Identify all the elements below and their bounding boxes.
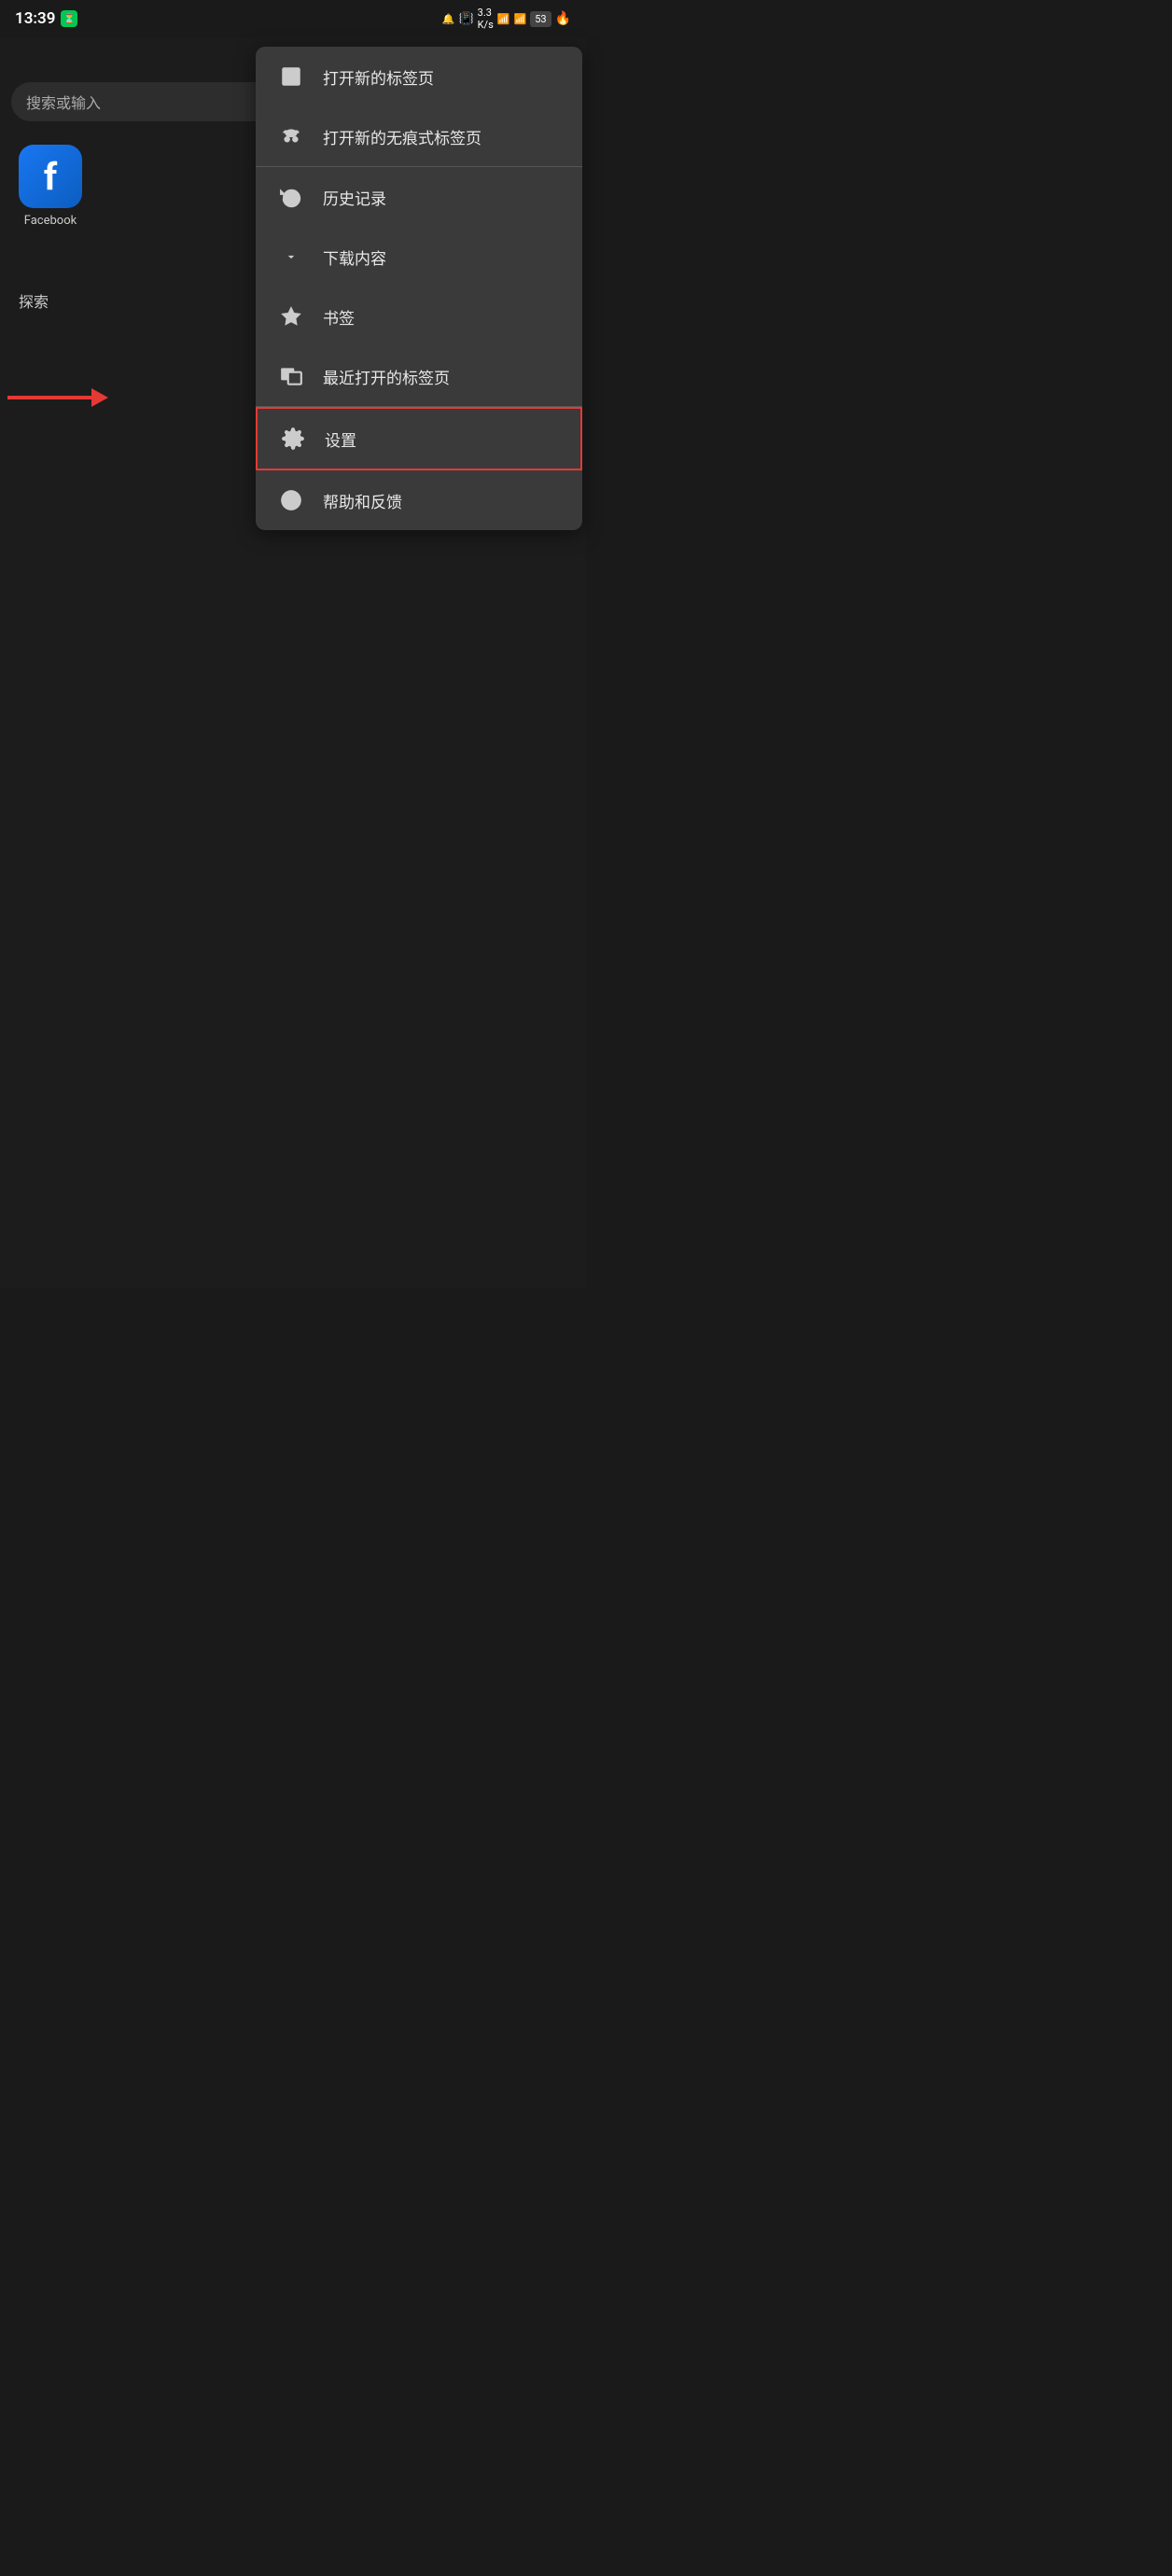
plus-square-icon [278,63,304,90]
status-bar: 13:39 ⏳ 🔔 📳 3.3K/s 📶 📶 53 🔥 [0,0,586,37]
star-icon [278,303,304,329]
context-menu: 打开新的标签页 打开新的无痕式标签页 历史记录 [256,47,582,530]
recent-tabs-label: 最近打开的标签页 [323,365,450,388]
wifi-icon: 📶 [497,13,510,25]
signal-icon: 📶 [513,13,526,25]
battery-indicator: 53 [530,11,551,27]
recent-tabs-icon [278,363,304,389]
menu-item-settings[interactable]: 设置 [256,407,582,470]
search-placeholder: 搜索或输入 [26,91,101,113]
highlight-arrow [7,388,108,407]
alarm-icon: 🔔 [442,13,455,25]
settings-label: 设置 [325,427,356,451]
menu-item-history[interactable]: 历史记录 [256,167,582,227]
vibrate-icon: 📳 [458,12,473,26]
status-icons: 🔔 📳 3.3K/s 📶 📶 53 🔥 [442,7,571,31]
menu-item-help[interactable]: 帮助和反馈 [256,470,582,530]
status-time: 13:39 ⏳ [15,9,77,28]
gear-icon [280,426,306,452]
history-icon [278,184,304,210]
explore-label: 探索 [19,289,49,312]
help-icon [278,487,304,513]
timer-icon: ⏳ [61,10,77,27]
download-icon [278,244,304,270]
facebook-icon: f [19,145,82,208]
bookmarks-label: 书签 [323,305,355,329]
menu-item-new-tab[interactable]: 打开新的标签页 [256,47,582,106]
menu-item-incognito[interactable]: 打开新的无痕式标签页 [256,106,582,166]
incognito-icon [278,123,304,149]
menu-item-downloads[interactable]: 下载内容 [256,227,582,287]
downloads-label: 下载内容 [323,245,386,269]
facebook-label: Facebook [24,214,77,228]
history-label: 历史记录 [323,186,386,209]
battery-charging-icon: 🔥 [555,11,571,26]
facebook-shortcut[interactable]: f Facebook [19,145,82,228]
arrow-head [91,388,108,407]
network-speed: 3.3K/s [478,7,494,31]
time-display: 13:39 [15,9,55,28]
arrow-line [7,396,91,399]
menu-item-recent-tabs[interactable]: 最近打开的标签页 [256,346,582,406]
incognito-label: 打开新的无痕式标签页 [323,125,481,148]
menu-item-bookmarks[interactable]: 书签 [256,287,582,346]
battery-level: 53 [535,13,546,25]
new-tab-label: 打开新的标签页 [323,65,434,89]
help-label: 帮助和反馈 [323,489,402,512]
